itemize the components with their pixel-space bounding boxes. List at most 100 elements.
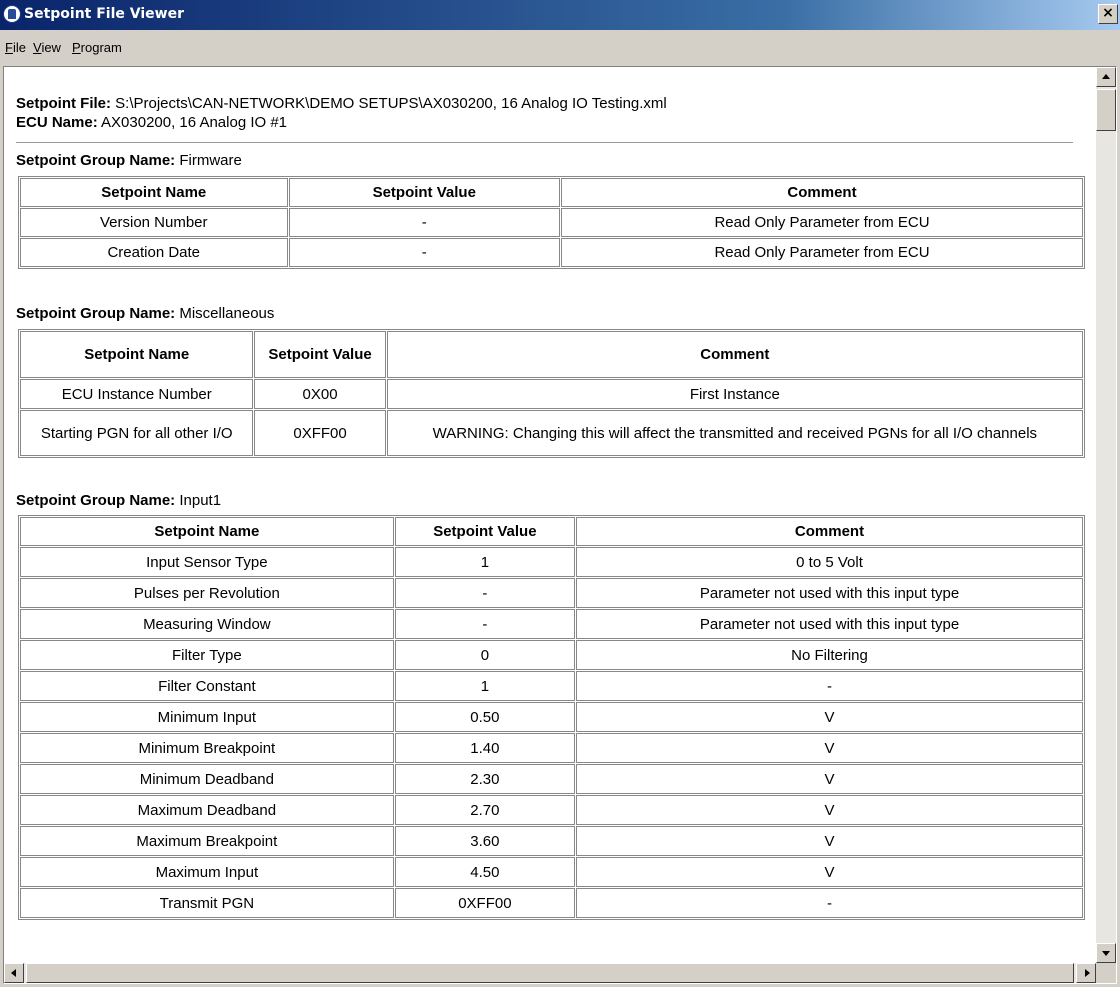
comment-cell: 0 to 5 Volt [576,547,1083,577]
file-info: Setpoint File: S:\Projects\CAN-NETWORK\D… [16,94,667,132]
setpoint-value-cell: - [288,208,560,237]
table-row: Input Sensor Type 1 0 to 5 Volt [20,547,1083,577]
arrow-right-icon [1085,969,1090,977]
table-row: Maximum Breakpoint 3.60 V [20,826,1083,856]
menu-program[interactable]: Program [72,40,122,55]
setpoint-file-path: S:\Projects\CAN-NETWORK\DEMO SETUPS\AX03… [111,95,667,112]
firmware-table: Setpoint Name Setpoint Value Comment Ver… [18,176,1085,269]
comment-cell: V [576,733,1083,763]
vertical-scroll-thumb[interactable] [1096,89,1116,131]
app-icon [3,5,21,23]
horizontal-scrollbar[interactable] [4,963,1096,983]
column-header-setpoint-value: Setpoint Value [394,517,576,546]
setpoint-file-label: Setpoint File: [16,95,111,112]
setpoint-name-cell: Pulses per Revolution [20,578,394,608]
scroll-right-button[interactable] [1076,963,1096,983]
setpoint-value-cell: 0XFF00 [254,410,386,456]
table-row: Version Number - Read Only Parameter from … [20,208,1083,237]
column-header-setpoint-name: Setpoint Name [20,517,394,546]
setpoint-value-cell: 2.30 [394,764,576,794]
setpoint-name-cell: Transmit PGN [20,888,394,918]
comment-cell: Parameter not used with this input type [576,609,1083,639]
arrow-up-icon [1102,74,1110,79]
content-frame: Setpoint File: S:\Projects\CAN-NETWORK\D… [3,66,1117,984]
setpoint-name-cell: Version Number [20,208,288,237]
comment-cell: WARNING: Changing this will affect the t… [386,410,1083,456]
group-title-input1: Setpoint Group Name: Input1 [16,492,221,509]
setpoint-name-cell: Filter Type [20,640,394,670]
comment-cell: V [576,826,1083,856]
menu-file-label: ile [12,40,26,55]
table-row: Creation Date - Read Only Parameter from E… [20,238,1083,267]
column-header-comment: Comment [386,331,1083,378]
table-row: Starting PGN for all other I/O 0XFF00 WARN… [20,410,1083,456]
group-title-miscellaneous: Setpoint Group Name: Miscellaneous [16,305,274,322]
table-row: Filter Type 0 No Filtering [20,640,1083,670]
setpoint-name-cell: Starting PGN for all other I/O [20,410,254,456]
setpoint-file-line: Setpoint File: S:\Projects\CAN-NETWORK\D… [16,94,667,113]
group-title-firmware: Setpoint Group Name: Firmware [16,152,242,169]
table-row: Maximum Input 4.50 V [20,857,1083,887]
vertical-scrollbar[interactable] [1096,67,1116,963]
setpoint-value-cell: 1 [394,671,576,701]
comment-cell: First Instance [386,379,1083,409]
table-row: Pulses per Revolution - Parameter not used… [20,578,1083,608]
column-header-setpoint-name: Setpoint Name [20,178,288,207]
arrow-down-icon [1102,951,1110,956]
menu-program-mnemonic: P [72,40,81,55]
setpoint-name-cell: Maximum Breakpoint [20,826,394,856]
table-row: Maximum Deadband 2.70 V [20,795,1083,825]
input1-table: Setpoint Name Setpoint Value Comment Inp… [18,515,1085,920]
scroll-left-button[interactable] [4,963,24,983]
menu-file[interactable]: File [5,40,26,55]
scrollbar-corner [1096,963,1116,983]
arrow-left-icon [11,969,16,977]
column-header-comment: Comment [576,517,1083,546]
divider [16,142,1073,143]
column-header-setpoint-value: Setpoint Value [288,178,560,207]
setpoint-name-cell: Creation Date [20,238,288,267]
setpoint-name-cell: Minimum Input [20,702,394,732]
ecu-name-line: ECU Name: AX030200, 16 Analog IO #1 [16,113,667,132]
comment-cell: V [576,764,1083,794]
setpoint-name-cell: Maximum Input [20,857,394,887]
scroll-up-button[interactable] [1096,67,1116,87]
setpoint-file-viewer-window: Setpoint File Viewer × File View Program… [0,0,1120,987]
setpoint-value-cell: - [394,609,576,639]
setpoint-value-cell: 2.70 [394,795,576,825]
comment-cell: Read Only Parameter from ECU [561,208,1083,237]
comment-cell: No Filtering [576,640,1083,670]
setpoint-name-cell: Minimum Breakpoint [20,733,394,763]
setpoint-value-cell: - [288,238,560,267]
menu-program-label: rogram [80,40,122,55]
horizontal-scroll-thumb[interactable] [26,963,1074,983]
window-title: Setpoint File Viewer [24,6,184,22]
title-bar[interactable]: Setpoint File Viewer × [0,0,1120,30]
setpoint-value-cell: 0.50 [394,702,576,732]
comment-cell: V [576,857,1083,887]
menu-file-mnemonic: F [5,40,13,55]
setpoint-name-cell: Maximum Deadband [20,795,394,825]
setpoint-value-cell: 4.50 [394,857,576,887]
table-row: Filter Constant 1- [20,671,1083,701]
report-view[interactable]: Setpoint File: S:\Projects\CAN-NETWORK\D… [6,69,1096,963]
group-name: Firmware [175,152,242,169]
scroll-down-button[interactable] [1096,943,1116,963]
table-row: Transmit PGN 0XFF00- [20,888,1083,918]
menu-view[interactable]: View [33,40,61,55]
setpoint-value-cell: 3.60 [394,826,576,856]
ecu-name-value: AX030200, 16 Analog IO #1 [97,114,288,131]
table-row: Minimum Breakpoint 1.40 V [20,733,1083,763]
table-row: Minimum Deadband 2.30 V [20,764,1083,794]
comment-cell: V [576,702,1083,732]
setpoint-value-cell: 0XFF00 [394,888,576,918]
column-header-comment: Comment [561,178,1083,207]
column-header-setpoint-name: Setpoint Name [20,331,254,378]
setpoint-name-cell: ECU Instance Number [20,379,254,409]
group-label: Setpoint Group Name: [16,305,176,322]
setpoint-name-cell: Filter Constant [20,671,394,701]
table-row: Minimum Input 0.50 V [20,702,1083,732]
setpoint-value-cell: 1.40 [394,733,576,763]
menu-view-label: iew [41,40,61,55]
close-button[interactable]: × [1098,4,1118,24]
